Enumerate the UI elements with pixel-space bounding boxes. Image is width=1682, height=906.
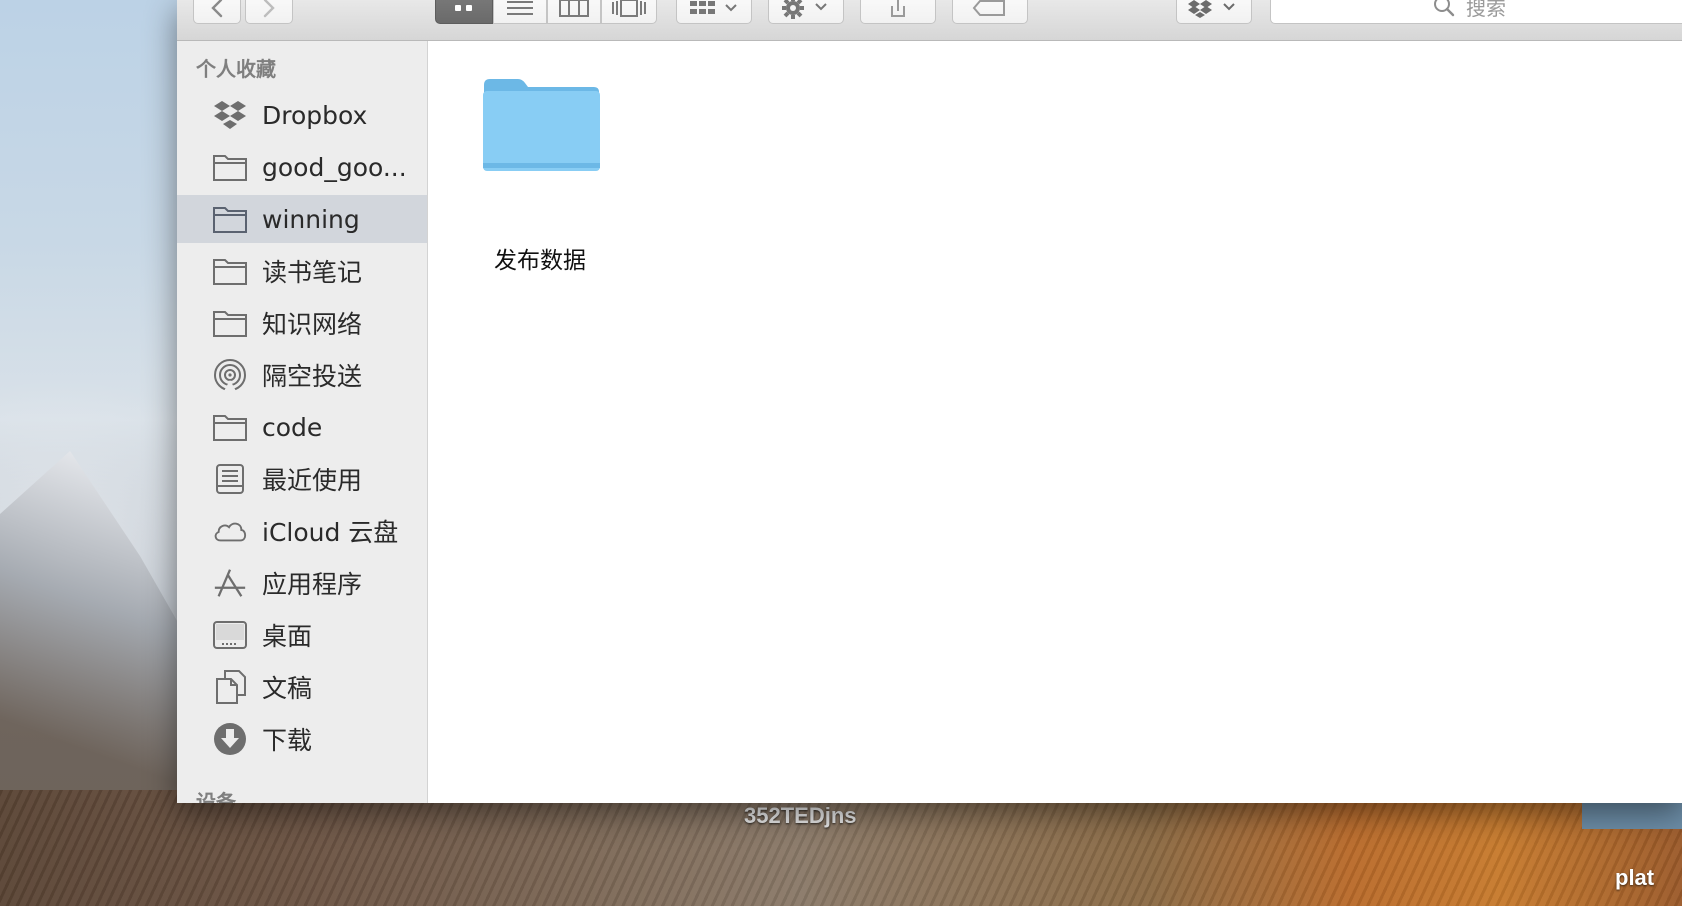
sidebar-item-label: 桌面 [262, 622, 313, 651]
folder-icon [212, 150, 248, 184]
sidebar-item-label: code [262, 412, 323, 442]
folder-icon [212, 202, 248, 236]
finder-window: 个人收藏 Dropbox good_goo... winning 读书笔记 [177, 0, 1682, 803]
desktop-icon-label-right[interactable]: plat [1615, 865, 1654, 891]
sidebar-item-winning[interactable]: winning [177, 195, 427, 243]
chevron-left-icon [210, 0, 224, 18]
sidebar-item-label: winning [262, 204, 360, 234]
wallpaper-mountain [0, 451, 200, 850]
favorites-section-header: 个人收藏 [196, 57, 276, 81]
sidebar-item-label: iCloud 云盘 [262, 518, 399, 547]
folder-icon [212, 410, 248, 444]
sidebar-item-label: Dropbox [262, 100, 368, 130]
sidebar-item-downloads[interactable]: 下载 [177, 715, 427, 763]
devices-section-header: 设备 [196, 790, 236, 803]
sidebar-item-airdrop[interactable]: 隔空投送 [177, 351, 427, 399]
dropbox-icon [1186, 0, 1242, 18]
sidebar-item-label: 最近使用 [262, 466, 363, 495]
sidebar-item-good-goo[interactable]: good_goo... [177, 143, 427, 191]
sidebar-item-label: good_goo... [262, 152, 407, 182]
folder-name-label: 发布数据 [494, 248, 586, 274]
share-button[interactable] [860, 0, 936, 24]
desktop-icon [212, 618, 248, 652]
file-browser-content: 发布数据 [428, 41, 1682, 803]
search-icon [1432, 0, 1456, 23]
sidebar-item-label: 下载 [262, 726, 313, 755]
folder-item[interactable]: 发布数据 [470, 75, 610, 275]
sidebar-item-label: 读书笔记 [262, 258, 363, 287]
column-view-button[interactable] [547, 0, 601, 24]
action-button[interactable] [768, 0, 844, 24]
back-button[interactable] [193, 0, 241, 24]
sidebar-item-applications[interactable]: 应用程序 [177, 559, 427, 607]
sidebar-item-label: 隔空投送 [262, 362, 363, 391]
tag-icon [972, 0, 1008, 17]
column-view-icon [559, 0, 589, 17]
sidebar-item-icloud-drive[interactable]: iCloud 云盘 [177, 507, 427, 555]
desktop-icon-label[interactable]: 352TEDjns [744, 803, 857, 829]
tag-button[interactable] [952, 0, 1028, 24]
cover-flow-view-icon [611, 0, 647, 17]
airdrop-icon [212, 358, 248, 392]
folder-icon [480, 75, 602, 177]
sidebar-item-documents[interactable]: 文稿 [177, 663, 427, 711]
cloud-icon [212, 514, 248, 548]
download-icon [212, 722, 248, 756]
list-view-icon [506, 0, 534, 17]
folder-icon [212, 254, 248, 288]
finder-sidebar: 个人收藏 Dropbox good_goo... winning 读书笔记 知识… [177, 41, 428, 803]
list-view-button[interactable] [493, 0, 547, 24]
icon-view-icon [453, 2, 475, 14]
sidebar-item-desktop[interactable]: 桌面 [177, 611, 427, 659]
sidebar-item-code[interactable]: code [177, 403, 427, 451]
sidebar-item-knowledge-network[interactable]: 知识网络 [177, 299, 427, 347]
desktop-item[interactable] [1582, 803, 1682, 829]
dropbox-icon [212, 98, 248, 132]
gallery-view-button[interactable] [601, 0, 657, 24]
sidebar-item-label: 应用程序 [262, 570, 363, 599]
documents-icon [212, 670, 248, 704]
share-icon [886, 0, 910, 18]
chevron-right-icon [262, 0, 276, 18]
sidebar-item-label: 文稿 [262, 674, 313, 703]
sidebar-item-recents[interactable]: 最近使用 [177, 455, 427, 503]
sidebar-item-dropbox[interactable]: Dropbox [177, 91, 427, 139]
arrange-button[interactable] [676, 0, 752, 24]
finder-toolbar [177, 0, 1682, 41]
gear-icon [780, 0, 832, 19]
applications-icon [212, 566, 248, 600]
search-field[interactable] [1270, 0, 1682, 24]
forward-button[interactable] [245, 0, 293, 24]
search-input[interactable] [1464, 0, 1528, 21]
dropbox-menu-button[interactable] [1176, 0, 1252, 24]
recents-icon [212, 462, 248, 496]
icon-view-button[interactable] [435, 0, 493, 24]
folder-icon [212, 306, 248, 340]
sidebar-item-label: 知识网络 [262, 310, 363, 339]
sidebar-item-reading-notes[interactable]: 读书笔记 [177, 247, 427, 295]
arrange-grid-icon [688, 0, 740, 17]
